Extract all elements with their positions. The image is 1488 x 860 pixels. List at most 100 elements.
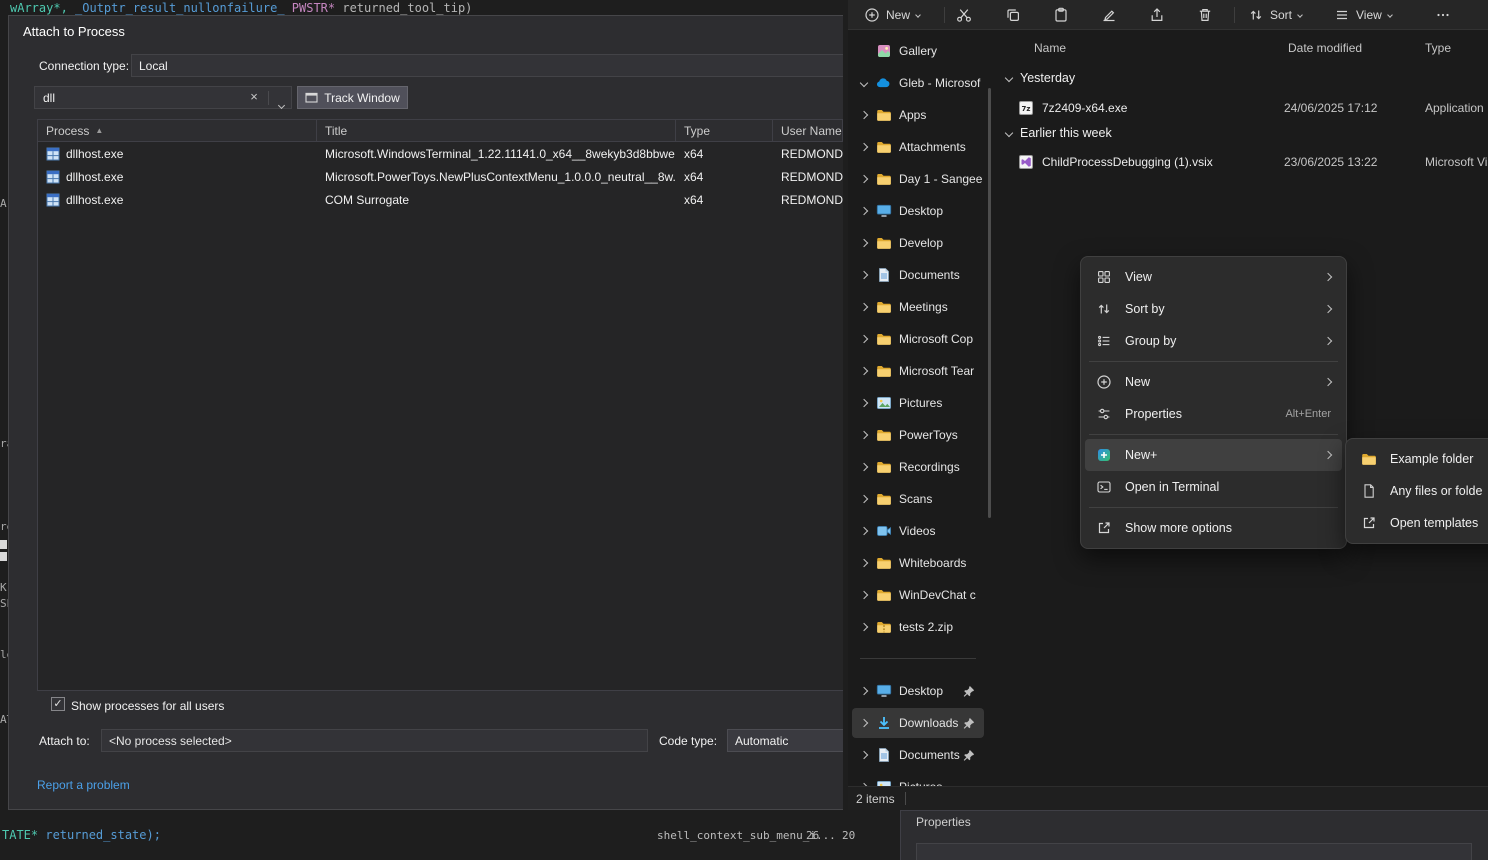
nav-item-tests-zip[interactable]: tests 2.zip bbox=[852, 612, 984, 642]
rename-button[interactable] bbox=[1092, 3, 1126, 27]
nav-item-microsoft-teams[interactable]: Microsoft Tear bbox=[852, 356, 984, 386]
delete-button[interactable] bbox=[1188, 3, 1222, 27]
group-header-yesterday[interactable]: Yesterday bbox=[1006, 71, 1075, 85]
process-row[interactable]: dllhost.exe Microsoft.WindowsTerminal_1.… bbox=[38, 142, 843, 165]
nav-item-onedrive-gleb[interactable]: Gleb - Microsof bbox=[852, 68, 984, 98]
code-token: PWSTR* bbox=[285, 1, 343, 15]
chevron-right-icon[interactable] bbox=[859, 208, 869, 214]
chevron-right-icon[interactable] bbox=[859, 528, 869, 534]
properties-combobox[interactable] bbox=[916, 843, 1472, 860]
chevron-right-icon[interactable] bbox=[859, 720, 869, 726]
folder-icon bbox=[876, 299, 892, 315]
sort-button[interactable]: Sort bbox=[1240, 3, 1310, 27]
submenu-item-any-files[interactable]: Any files or folde bbox=[1350, 475, 1488, 507]
submenu-item-example-folder[interactable]: Example folder bbox=[1350, 443, 1488, 475]
chevron-right-icon[interactable] bbox=[859, 336, 869, 342]
chevron-right-icon[interactable] bbox=[859, 400, 869, 406]
chevron-down-icon[interactable] bbox=[859, 80, 869, 86]
chevron-right-icon[interactable] bbox=[859, 368, 869, 374]
copy-button[interactable] bbox=[996, 3, 1030, 27]
attach-to-field[interactable] bbox=[101, 729, 648, 752]
column-header-process[interactable]: Process ▲ bbox=[38, 120, 317, 141]
column-header-user[interactable]: User Name bbox=[773, 120, 843, 141]
view-button-label: View bbox=[1356, 8, 1382, 22]
chevron-right-icon[interactable] bbox=[859, 624, 869, 630]
share-button[interactable] bbox=[1140, 3, 1174, 27]
track-window-button[interactable]: Track Window bbox=[297, 86, 408, 109]
chevron-right-icon[interactable] bbox=[859, 144, 869, 150]
chevron-right-icon[interactable] bbox=[859, 304, 869, 310]
nav-item-desktop[interactable]: Desktop bbox=[852, 196, 984, 226]
nav-item-downloads-pinned[interactable]: Downloads bbox=[852, 708, 984, 738]
nav-item-documents[interactable]: Documents bbox=[852, 260, 984, 290]
pin-icon bbox=[963, 685, 975, 697]
column-header-type[interactable]: Type bbox=[1425, 41, 1451, 55]
context-menu-item-new-plus[interactable]: New+ bbox=[1085, 439, 1342, 471]
group-header-earlier-this-week[interactable]: Earlier this week bbox=[1006, 126, 1112, 140]
chevron-right-icon[interactable] bbox=[859, 688, 869, 694]
chevron-right-icon[interactable] bbox=[859, 240, 869, 246]
clear-filter-button[interactable]: × bbox=[247, 89, 261, 104]
nav-item-whiteboards[interactable]: Whiteboards bbox=[852, 548, 984, 578]
process-filter-input[interactable] bbox=[35, 87, 233, 108]
nav-item-microsoft-copilot[interactable]: Microsoft Cop bbox=[852, 324, 984, 354]
context-menu-item-group-by[interactable]: Group by bbox=[1085, 325, 1342, 357]
context-menu-item-new[interactable]: New bbox=[1085, 366, 1342, 398]
chevron-right-icon[interactable] bbox=[859, 464, 869, 470]
submenu-item-open-templates[interactable]: Open templates bbox=[1350, 507, 1488, 539]
nav-scrollbar[interactable] bbox=[988, 88, 991, 518]
code-token-annotated: _Outptr_result_nullonfailure_ bbox=[75, 1, 285, 15]
chevron-right-icon[interactable] bbox=[859, 496, 869, 502]
nav-item-scans[interactable]: Scans bbox=[852, 484, 984, 514]
nav-item-recordings[interactable]: Recordings bbox=[852, 452, 984, 482]
chevron-right-icon[interactable] bbox=[859, 272, 869, 278]
nav-item-develop[interactable]: Develop bbox=[852, 228, 984, 258]
context-menu-item-view[interactable]: View bbox=[1085, 261, 1342, 293]
paste-button[interactable] bbox=[1044, 3, 1078, 27]
chevron-right-icon[interactable] bbox=[859, 752, 869, 758]
column-header-name[interactable]: Name bbox=[1034, 41, 1066, 55]
chevron-right-icon[interactable] bbox=[859, 560, 869, 566]
nav-item-apps[interactable]: Apps bbox=[852, 100, 984, 130]
show-all-users-checkbox[interactable]: ✓ bbox=[51, 697, 65, 711]
chevron-right-icon[interactable] bbox=[859, 592, 869, 598]
chevron-right-icon[interactable] bbox=[859, 112, 869, 118]
file-date-modified: 24/06/2025 17:12 bbox=[1284, 101, 1377, 115]
nav-item-meetings[interactable]: Meetings bbox=[852, 292, 984, 322]
code-type-select[interactable]: Automatic bbox=[727, 729, 843, 752]
document-icon bbox=[876, 747, 892, 763]
nav-item-desktop-pinned[interactable]: Desktop bbox=[852, 676, 984, 706]
nav-item-gallery[interactable]: Gallery bbox=[852, 36, 984, 66]
chevron-right-icon[interactable] bbox=[859, 432, 869, 438]
see-more-button[interactable] bbox=[1426, 3, 1460, 27]
connection-type-select[interactable]: Local bbox=[131, 54, 843, 77]
nav-item-attachments[interactable]: Attachments bbox=[852, 132, 984, 162]
nav-item-day1[interactable]: Day 1 - Sangee bbox=[852, 164, 984, 194]
view-button[interactable]: View bbox=[1326, 3, 1400, 27]
nav-item-powertoys[interactable]: PowerToys bbox=[852, 420, 984, 450]
column-header-type[interactable]: Type bbox=[676, 120, 773, 141]
context-menu-item-properties[interactable]: Properties Alt+Enter bbox=[1085, 398, 1342, 430]
items-count: 2 items bbox=[856, 792, 895, 806]
report-problem-link[interactable]: Report a problem bbox=[37, 778, 130, 792]
column-header-title[interactable]: Title bbox=[317, 120, 676, 141]
context-menu-item-sort-by[interactable]: Sort by bbox=[1085, 293, 1342, 325]
column-header-date-modified[interactable]: Date modified bbox=[1288, 41, 1362, 55]
nav-item-pictures[interactable]: Pictures bbox=[852, 388, 984, 418]
cut-button[interactable] bbox=[947, 3, 981, 27]
filter-dropdown-chevron-icon[interactable] bbox=[279, 95, 284, 113]
process-row[interactable]: dllhost.exe COM Surrogate x64 REDMOND bbox=[38, 188, 843, 211]
nav-item-videos[interactable]: Videos bbox=[852, 516, 984, 546]
desktop-monitor-icon bbox=[876, 683, 892, 699]
process-row[interactable]: dllhost.exe Microsoft.PowerToys.NewPlusC… bbox=[38, 165, 843, 188]
file-row-childprocessdebugging[interactable]: ChildProcessDebugging (1).vsix bbox=[1018, 150, 1213, 174]
context-menu-item-open-in-terminal[interactable]: Open in Terminal bbox=[1085, 471, 1342, 503]
context-menu-item-show-more-options[interactable]: Show more options bbox=[1085, 512, 1342, 544]
new-button[interactable]: New bbox=[856, 3, 928, 27]
menu-item-label: Any files or folde bbox=[1390, 484, 1488, 498]
file-row-7z2409[interactable]: 7z2409-x64.exe bbox=[1018, 96, 1127, 120]
nav-item-windevchat[interactable]: WinDevChat c bbox=[852, 580, 984, 610]
editor-code-line-bottom: TATE* returned_state); bbox=[2, 828, 161, 842]
chevron-right-icon[interactable] bbox=[859, 176, 869, 182]
nav-item-documents-pinned[interactable]: Documents bbox=[852, 740, 984, 770]
